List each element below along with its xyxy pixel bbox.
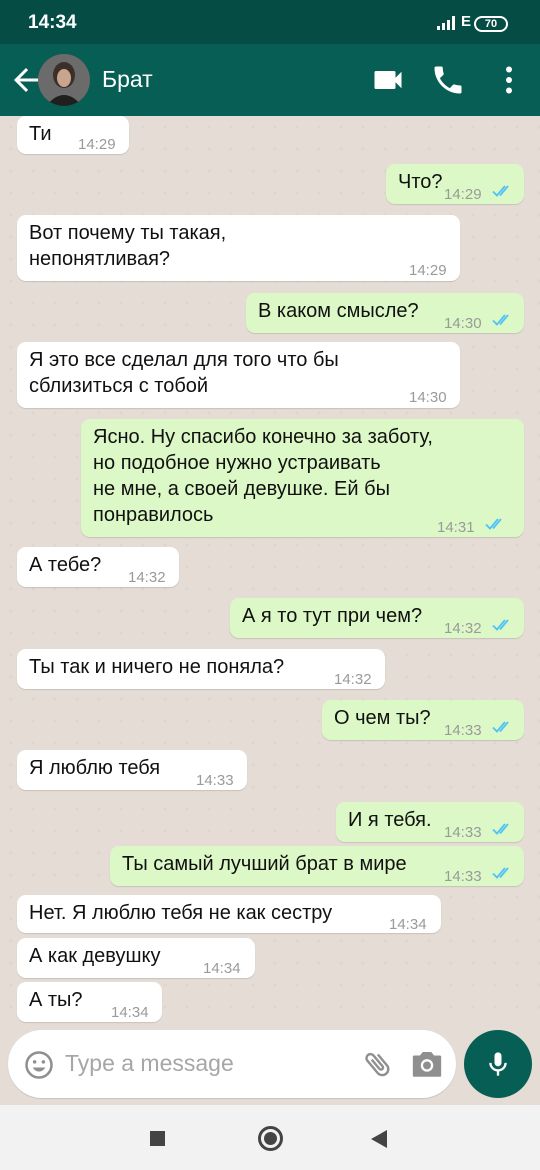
message-text: А тебе?: [29, 554, 102, 576]
incoming-message[interactable]: Я люблю тебя 14:33: [17, 750, 247, 790]
message-time: 14:32: [128, 569, 166, 586]
message-text: Я это все сделал для того что бы сблизит…: [29, 349, 339, 397]
outgoing-message[interactable]: Ты самый лучший брат в мире 14:33: [110, 846, 524, 886]
chat-area[interactable]: Ти 14:29 Что? 14:29 Вот почему ты такая,…: [0, 116, 540, 1026]
phone-icon[interactable]: [430, 62, 466, 98]
message-text: Нет. Я люблю тебя не как сестру: [29, 902, 333, 924]
double-check-read-icon: [485, 518, 502, 530]
message-text: Вот почему ты такая, непонятливая?: [29, 222, 227, 270]
incoming-message[interactable]: А тебе? 14:32: [17, 547, 179, 587]
message-text: О чем ты?: [334, 707, 431, 729]
message-text: Я люблю тебя: [29, 757, 161, 779]
message-text: И я тебя.: [348, 809, 432, 831]
message-text: Ясно. Ну спасибо конечно за заботу, но п…: [93, 426, 433, 526]
outgoing-message[interactable]: Ясно. Ну спасибо конечно за заботу, но п…: [81, 419, 524, 537]
mic-button[interactable]: [464, 1030, 532, 1098]
outgoing-message[interactable]: О чем ты? 14:33: [322, 700, 524, 740]
message-text: А как девушку: [29, 945, 161, 967]
outgoing-message[interactable]: А я то тут при чем? 14:32: [230, 598, 524, 638]
message-text: Ты самый лучший брат в мире: [122, 853, 407, 875]
system-nav-bar: [0, 1105, 540, 1170]
message-time: 14:31: [437, 519, 475, 536]
camera-icon[interactable]: [410, 1048, 444, 1080]
message-time: 14:29: [78, 136, 116, 153]
double-check-read-icon: [492, 867, 509, 879]
incoming-message[interactable]: Ты так и ничего не поняла? 14:32: [17, 649, 385, 689]
message-time: 14:29: [444, 186, 482, 203]
message-time: 14:30: [444, 315, 482, 332]
message-text: Ты так и ничего не поняла?: [29, 656, 285, 678]
message-time: 14:30: [409, 389, 447, 406]
outgoing-message[interactable]: И я тебя. 14:33: [336, 802, 524, 842]
battery-indicator: 70: [474, 16, 508, 32]
message-time: 14:32: [334, 671, 372, 688]
message-time: 14:33: [196, 772, 234, 789]
double-check-read-icon: [492, 619, 509, 631]
incoming-message[interactable]: Нет. Я люблю тебя не как сестру 14:34: [17, 895, 441, 933]
more-vert-icon[interactable]: [491, 62, 527, 98]
emoji-icon[interactable]: [24, 1050, 54, 1080]
signal-icon: [437, 16, 455, 30]
home-dot: [264, 1132, 277, 1145]
home-button[interactable]: [258, 1126, 283, 1151]
message-text: А ты?: [29, 989, 83, 1011]
message-time: 14:33: [444, 824, 482, 841]
paperclip-icon[interactable]: [362, 1048, 394, 1080]
message-text: А я то тут при чем?: [242, 605, 423, 627]
message-time: 14:34: [203, 960, 241, 977]
message-time: 14:34: [389, 916, 427, 933]
message-text: В каком смысле?: [258, 300, 419, 322]
status-bar: 14:34 E 70: [0, 0, 540, 44]
contact-name[interactable]: Брат: [102, 66, 153, 93]
message-input[interactable]: Type a message: [65, 1050, 234, 1077]
mic-icon: [489, 1052, 507, 1076]
network-type: E: [461, 13, 472, 30]
avatar[interactable]: [38, 54, 90, 106]
message-time: 14:34: [111, 1004, 149, 1021]
outgoing-message[interactable]: Что? 14:29: [386, 164, 524, 204]
double-check-read-icon: [492, 314, 509, 326]
message-time: 14:33: [444, 868, 482, 885]
chat-header: Брат: [0, 44, 540, 116]
message-time: 14:32: [444, 620, 482, 637]
message-input-bar[interactable]: Type a message: [8, 1030, 456, 1098]
incoming-message[interactable]: Ти 14:29: [17, 116, 129, 154]
message-text: Ти: [29, 123, 52, 145]
recents-button[interactable]: [150, 1131, 165, 1146]
double-check-read-icon: [492, 185, 509, 197]
incoming-message[interactable]: Я это все сделал для того что бы сблизит…: [17, 342, 460, 408]
message-time: 14:33: [444, 722, 482, 739]
double-check-read-icon: [492, 823, 509, 835]
incoming-message[interactable]: Вот почему ты такая, непонятливая? 14:29: [17, 215, 460, 281]
incoming-message[interactable]: А как девушку 14:34: [17, 938, 255, 978]
back-nav-button[interactable]: [370, 1129, 388, 1149]
incoming-message[interactable]: А ты? 14:34: [17, 982, 162, 1022]
videocam-icon[interactable]: [370, 62, 406, 98]
outgoing-message[interactable]: В каком смысле? 14:30: [246, 293, 524, 333]
message-time: 14:29: [409, 262, 447, 279]
message-text: Что?: [398, 171, 443, 193]
double-check-read-icon: [492, 721, 509, 733]
status-time: 14:34: [28, 12, 77, 33]
